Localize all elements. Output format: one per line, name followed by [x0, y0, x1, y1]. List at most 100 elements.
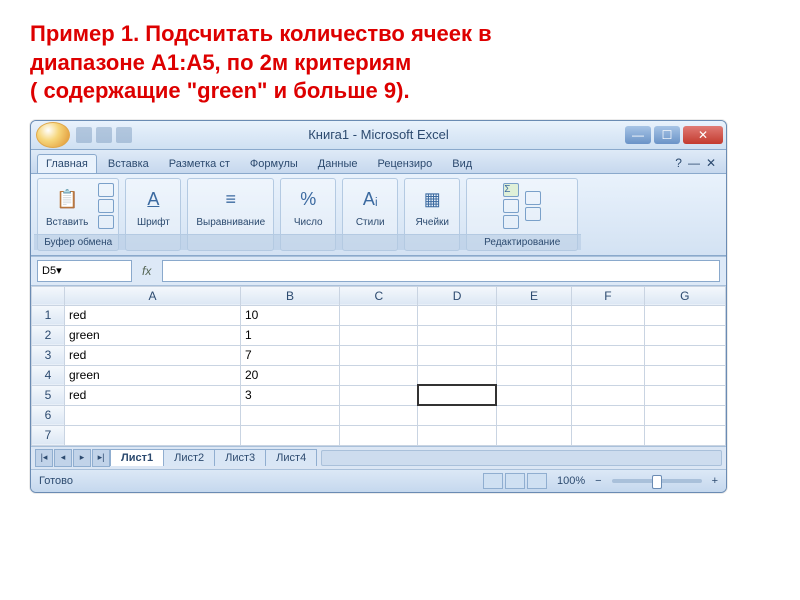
zoom-out-button[interactable]: − [595, 475, 601, 487]
cell-B5[interactable]: 3 [241, 385, 340, 405]
zoom-in-button[interactable]: + [712, 475, 718, 487]
number-button[interactable]: %Число [289, 183, 327, 230]
cell-G2[interactable] [644, 325, 725, 345]
editing-stack1[interactable]: Σ [503, 183, 519, 229]
cell-C3[interactable] [340, 345, 418, 365]
cell-C1[interactable] [340, 305, 418, 325]
cell-G3[interactable] [644, 345, 725, 365]
group-label [277, 234, 339, 250]
cell-F4[interactable] [572, 365, 644, 385]
font-icon: A [138, 185, 168, 215]
cell-D5[interactable] [418, 385, 496, 405]
cell-F3[interactable] [572, 345, 644, 365]
cell-A7[interactable] [65, 425, 241, 445]
cell-B4[interactable]: 20 [241, 365, 340, 385]
view-buttons[interactable] [483, 473, 547, 489]
slide-headline: Пример 1. Подсчитать количество ячеек в … [30, 20, 770, 106]
mdi-min-icon[interactable]: — [688, 156, 700, 170]
group-cells: ▦Ячейки [404, 178, 460, 251]
sheet-nav-first[interactable]: |◂ [35, 449, 53, 467]
cell-A5[interactable]: red [65, 385, 241, 405]
cell-B6[interactable] [241, 405, 340, 425]
minimize-button[interactable]: — [625, 126, 651, 144]
align-button[interactable]: ≡Выравнивание [192, 183, 269, 230]
sheet-tab[interactable]: Лист3 [214, 449, 266, 466]
sheet-tab-bar: |◂ ◂ ▸ ▸| Лист1 Лист2 Лист3 Лист4 [31, 446, 726, 469]
sheet-nav-next[interactable]: ▸ [73, 449, 91, 467]
sheet-nav-last[interactable]: ▸| [92, 449, 110, 467]
group-styles: AᵢСтили [342, 178, 398, 251]
group-label: Редактирование [463, 234, 581, 250]
zoom-slider[interactable] [612, 479, 702, 483]
cell-G6[interactable] [644, 405, 725, 425]
tab-view[interactable]: Вид [443, 154, 481, 173]
tab-pagelayout[interactable]: Разметка ст [160, 154, 239, 173]
help-icon[interactable]: ? [675, 156, 682, 170]
mdi-close-icon[interactable]: ✕ [706, 156, 716, 170]
cell-D1[interactable] [418, 305, 496, 325]
cell-B1[interactable]: 10 [241, 305, 340, 325]
cell-B7[interactable] [241, 425, 340, 445]
close-button[interactable]: ✕ [683, 126, 723, 144]
cell-A1[interactable]: red [65, 305, 241, 325]
cell-F2[interactable] [572, 325, 644, 345]
cell-E1[interactable] [496, 305, 571, 325]
tab-formulas[interactable]: Формулы [241, 154, 307, 173]
cell-C5[interactable] [340, 385, 418, 405]
cell-E7[interactable] [496, 425, 571, 445]
paste-button[interactable]: 📋 Вставить [42, 183, 92, 230]
cell-A6[interactable] [65, 405, 241, 425]
horizontal-scrollbar[interactable] [321, 450, 722, 466]
fx-icon[interactable]: fx [138, 264, 162, 278]
name-box[interactable]: D5 ▾ [37, 260, 132, 282]
cell-D6[interactable] [418, 405, 496, 425]
cells-button[interactable]: ▦Ячейки [411, 183, 453, 230]
grid-area[interactable]: ABCDEFG1red102green13red74green205red367 [31, 286, 726, 446]
cell-D7[interactable] [418, 425, 496, 445]
tab-insert[interactable]: Вставка [99, 154, 158, 173]
cell-A3[interactable]: red [65, 345, 241, 365]
cell-C2[interactable] [340, 325, 418, 345]
cell-F1[interactable] [572, 305, 644, 325]
cell-F7[interactable] [572, 425, 644, 445]
cell-F5[interactable] [572, 385, 644, 405]
sheet-tab[interactable]: Лист1 [110, 449, 164, 466]
cell-C7[interactable] [340, 425, 418, 445]
editing-stack2[interactable] [525, 191, 541, 221]
cell-B2[interactable]: 1 [241, 325, 340, 345]
cell-D3[interactable] [418, 345, 496, 365]
cell-E2[interactable] [496, 325, 571, 345]
cell-F6[interactable] [572, 405, 644, 425]
cell-D2[interactable] [418, 325, 496, 345]
cell-A2[interactable]: green [65, 325, 241, 345]
ribbon: 📋 Вставить Буфер обмена AШрифт ≡Выравнив… [31, 174, 726, 256]
cell-E5[interactable] [496, 385, 571, 405]
quick-access-toolbar[interactable] [76, 127, 132, 143]
cell-B3[interactable]: 7 [241, 345, 340, 365]
cell-G5[interactable] [644, 385, 725, 405]
sheet-nav-prev[interactable]: ◂ [54, 449, 72, 467]
tab-review[interactable]: Рецензиро [369, 154, 442, 173]
headline-line: Пример 1. Подсчитать количество ячеек в [30, 20, 770, 49]
clipboard-mini[interactable] [98, 183, 114, 229]
cell-E4[interactable] [496, 365, 571, 385]
formula-input[interactable] [162, 260, 720, 282]
maximize-button[interactable]: ☐ [654, 126, 680, 144]
cell-D4[interactable] [418, 365, 496, 385]
cell-E3[interactable] [496, 345, 571, 365]
cell-E6[interactable] [496, 405, 571, 425]
cell-G1[interactable] [644, 305, 725, 325]
styles-button[interactable]: AᵢСтили [351, 183, 389, 230]
font-button[interactable]: AШрифт [133, 183, 174, 230]
cell-A4[interactable]: green [65, 365, 241, 385]
office-button[interactable] [36, 122, 70, 148]
zoom-value[interactable]: 100% [557, 475, 585, 487]
tab-home[interactable]: Главная [37, 154, 97, 173]
cell-C4[interactable] [340, 365, 418, 385]
cell-G7[interactable] [644, 425, 725, 445]
tab-data[interactable]: Данные [309, 154, 367, 173]
cell-G4[interactable] [644, 365, 725, 385]
sheet-tab[interactable]: Лист2 [163, 449, 215, 466]
cell-C6[interactable] [340, 405, 418, 425]
sheet-tab[interactable]: Лист4 [265, 449, 317, 466]
